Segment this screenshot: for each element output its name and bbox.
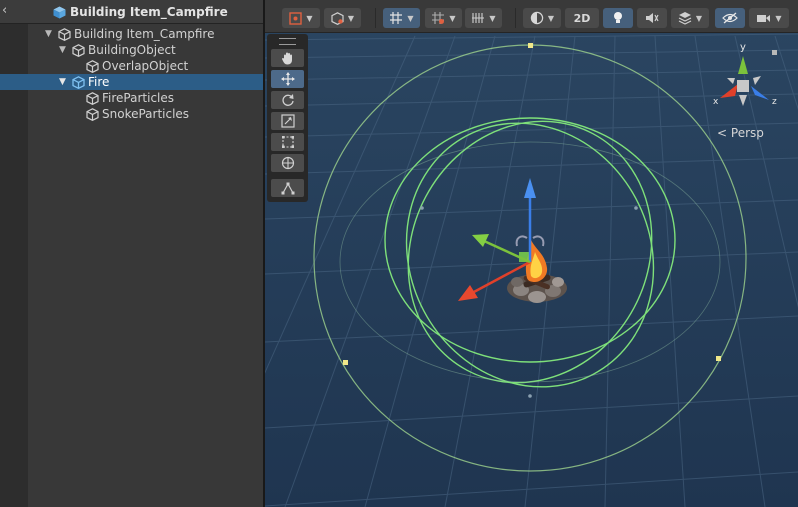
- gizmo-axis-neg-z[interactable]: [727, 78, 735, 84]
- gameobject-cube-icon: [86, 60, 99, 73]
- object-mode-button[interactable]: ▼: [324, 8, 361, 28]
- collider-handle-right[interactable]: [716, 356, 721, 361]
- hierarchy-item-label: Building Item_Campfire: [74, 27, 215, 41]
- back-arrow-icon[interactable]: ‹: [2, 3, 14, 19]
- prefab-title-label: Building Item_Campfire: [70, 5, 228, 19]
- collider-handle-top[interactable]: [528, 43, 533, 48]
- expand-arrow-icon[interactable]: ▼: [59, 42, 69, 58]
- gizmo-label-z: z: [772, 97, 777, 107]
- gizmo-center-cube[interactable]: [737, 80, 749, 92]
- pivot-icon: [289, 11, 303, 25]
- transform-icon: [281, 156, 294, 170]
- rect-transform-icon: [281, 136, 294, 148]
- projection-label: Persp: [730, 126, 764, 140]
- grid-view-button[interactable]: ▼: [465, 8, 502, 28]
- move-tool-button[interactable]: [271, 70, 304, 88]
- dropdown-arrow-icon: ▼: [306, 13, 313, 23]
- rect-tool-button[interactable]: [271, 133, 304, 151]
- gameobject-cube-icon: [72, 76, 85, 89]
- hidden-objects-button[interactable]: [715, 8, 745, 28]
- drag-handle-icon[interactable]: [279, 38, 296, 45]
- tools-overlay: [267, 34, 308, 202]
- gameobject-cube-icon: [86, 108, 99, 121]
- perspective-icon: <: [717, 126, 728, 140]
- dropdown-arrow-icon: ▼: [695, 13, 703, 23]
- toolbar-separator: [515, 8, 516, 28]
- collider-dot: [420, 206, 424, 210]
- dropdown-arrow-icon: ▼: [775, 13, 782, 23]
- custom-tool-icon: [281, 182, 294, 195]
- hierarchy-panel: ‹ Building Item_Campfire ▼ Building Item…: [0, 0, 263, 507]
- gizmo-label-x: x: [713, 97, 719, 107]
- hierarchy-item-fireparticles[interactable]: FireParticles: [0, 90, 263, 106]
- shading-sphere-icon: [530, 11, 544, 25]
- mode-2d-button[interactable]: 2D: [565, 8, 599, 28]
- hierarchy-item-label: BuildingObject: [88, 43, 176, 57]
- scene-view[interactable]: ▼ ▼ ▼ ▼ ▼ ▼ 2D ▼ ▼ y x z < Persp: [265, 0, 798, 507]
- hierarchy-item-fire[interactable]: ▼ Fire: [0, 74, 263, 90]
- rotate-icon: [281, 94, 294, 106]
- orientation-gizmo[interactable]: y x z: [713, 40, 793, 120]
- lighting-button[interactable]: [603, 8, 633, 28]
- scale-icon: [280, 114, 295, 128]
- shading-mode-button[interactable]: ▼: [523, 8, 561, 28]
- collider-dot: [528, 394, 532, 398]
- gizmo-corner-marker: [772, 50, 777, 55]
- scene-toolbar: ▼ ▼ ▼ ▼ ▼ ▼ 2D ▼ ▼: [265, 0, 798, 33]
- dropdown-arrow-icon: ▼: [489, 13, 496, 23]
- collider-dot: [634, 206, 638, 210]
- grid-snap-icon: [390, 12, 403, 24]
- gizmo-axis-y[interactable]: [738, 56, 748, 74]
- dropdown-arrow-icon: ▼: [407, 13, 414, 23]
- transform-tool-button[interactable]: [271, 154, 304, 172]
- hierarchy-item-label: OverlapObject: [102, 59, 189, 73]
- collider-handle-left[interactable]: [343, 360, 348, 365]
- hierarchy-item-label: SnokeParticles: [102, 107, 190, 121]
- toolbar-separator: [375, 8, 376, 28]
- grid-view-icon: [472, 13, 485, 23]
- audio-button[interactable]: [637, 8, 667, 28]
- effects-layers-icon: [678, 12, 692, 25]
- gameobject-cube-icon: [58, 28, 71, 41]
- custom-tool-button[interactable]: [271, 179, 304, 197]
- dropdown-arrow-icon: ▼: [449, 13, 456, 23]
- hierarchy-item-overlapobject[interactable]: OverlapObject: [0, 58, 263, 74]
- prefab-title: Building Item_Campfire: [53, 4, 228, 20]
- dropdown-arrow-icon: ▼: [347, 13, 355, 23]
- gizmo-axis-z[interactable]: [751, 86, 769, 100]
- effects-button[interactable]: ▼: [671, 8, 709, 28]
- grid-snap-button[interactable]: ▼: [383, 8, 420, 28]
- move-arrows-icon: [280, 72, 295, 86]
- gizmo-pivot-button[interactable]: ▼: [282, 8, 320, 28]
- hierarchy-header: ‹ Building Item_Campfire: [0, 0, 263, 24]
- hierarchy-item-label: Fire: [88, 75, 110, 89]
- object-cube-icon: [331, 11, 344, 25]
- hand-icon: [281, 52, 292, 65]
- scale-tool-button[interactable]: [271, 112, 304, 130]
- expand-arrow-icon[interactable]: ▼: [45, 26, 55, 42]
- speaker-mute-icon: [646, 13, 659, 23]
- expand-arrow-icon[interactable]: ▼: [59, 74, 69, 90]
- hand-tool-button[interactable]: [271, 49, 304, 67]
- eye-hidden-icon: [722, 12, 738, 24]
- hierarchy-item-buildingobject[interactable]: ▼ BuildingObject: [0, 42, 263, 58]
- light-bulb-icon: [614, 12, 622, 23]
- gameobject-cube-icon: [86, 92, 99, 105]
- gizmo-axis-neg-y[interactable]: [739, 95, 747, 106]
- rotate-tool-button[interactable]: [271, 91, 304, 109]
- prefab-cube-icon: [53, 6, 66, 18]
- gameobject-cube-icon: [72, 44, 85, 57]
- hierarchy-item-snokeparticles[interactable]: SnokeParticles: [0, 106, 263, 122]
- projection-toggle[interactable]: < Persp: [717, 126, 764, 140]
- camera-icon: [757, 14, 771, 22]
- gizmo-label-y: y: [740, 42, 746, 53]
- hierarchy-item-label: FireParticles: [102, 91, 175, 105]
- hierarchy-item-building-item-campfire[interactable]: ▼ Building Item_Campfire: [0, 26, 263, 42]
- dropdown-arrow-icon: ▼: [547, 13, 555, 23]
- camera-button[interactable]: ▼: [749, 8, 789, 28]
- increment-snap-icon: [432, 12, 445, 24]
- increment-snap-button[interactable]: ▼: [425, 8, 462, 28]
- gizmo-axis-x[interactable]: [720, 84, 738, 98]
- gizmo-axis-neg-x[interactable]: [753, 76, 761, 85]
